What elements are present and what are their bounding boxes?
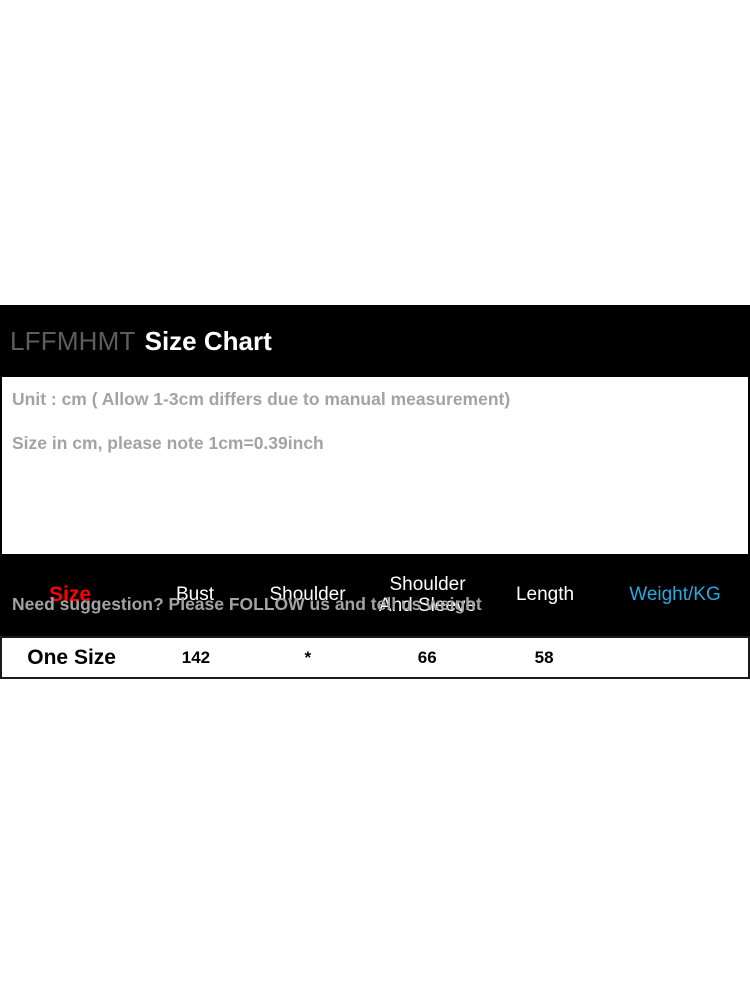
cell-shoulder-and-sleeve: 66	[417, 648, 437, 667]
column-header-shoulder-and-sleeve-line1: Shoulder	[389, 573, 466, 595]
cell-shoulder: *	[304, 648, 312, 667]
column-header-length: Length	[515, 584, 575, 606]
note-follow: Need suggestion? Please FOLLOW us and te…	[12, 594, 482, 614]
cell-bust: 142	[181, 648, 211, 667]
note-unit: Unit : cm ( Allow 1-3cm differs due to m…	[12, 389, 511, 409]
cell-length: 58	[534, 648, 554, 667]
measurement-notes: Unit : cm ( Allow 1-3cm differs due to m…	[0, 377, 750, 613]
size-chart-title-band: LFFMHMT Size Chart	[0, 305, 750, 377]
page-title: Size Chart	[144, 326, 272, 356]
note-conversion: Size in cm, please note 1cm=0.39inch	[12, 432, 324, 453]
brand-name: LFFMHMT	[10, 326, 136, 356]
cell-size: One Size	[27, 646, 116, 669]
table-row: One Size 142 * 66 58	[0, 636, 750, 679]
column-header-weight: Weight/KG	[629, 584, 721, 606]
size-chart-panel: LFFMHMT Size Chart Unit : cm ( Allow 1-3…	[0, 305, 750, 679]
